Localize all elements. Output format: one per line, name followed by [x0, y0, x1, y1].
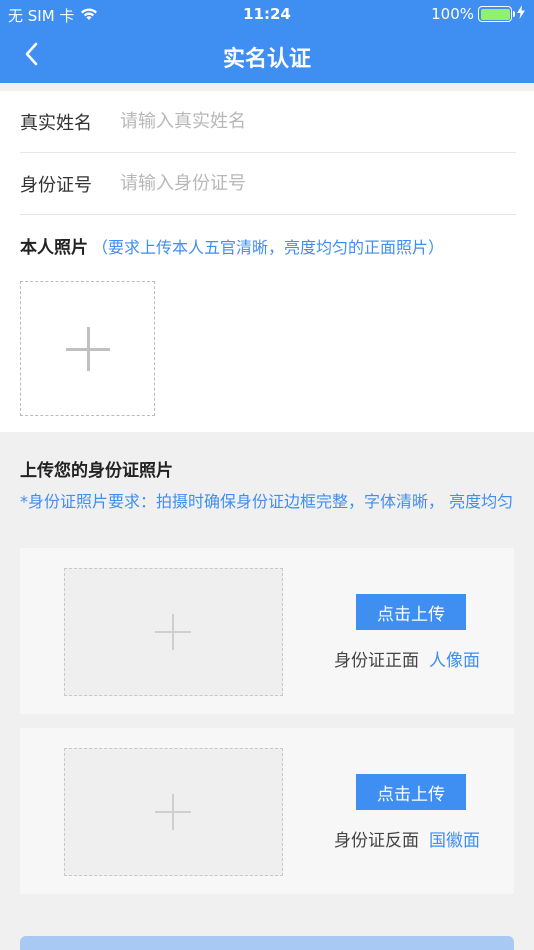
plus-icon-vertical [87, 327, 90, 371]
name-label: 真实姓名 [20, 112, 92, 134]
page-title: 实名认证 [222, 47, 311, 72]
status-right: 100% [431, 5, 526, 23]
photo-label: 本人照片 [20, 238, 88, 258]
id-back-upload-button[interactable]: 点击上传 [356, 774, 466, 810]
id-front-description: 身份证正面 人像面 [334, 646, 480, 671]
battery-percent: 100% [431, 5, 474, 23]
id-number-label: 身份证号 [20, 174, 92, 196]
id-back-card: 点击上传 身份证反面 国徽面 [20, 728, 514, 894]
name-input[interactable] [120, 111, 516, 132]
id-back-side-label: 国徽面 [429, 831, 480, 851]
id-front-upload-button[interactable]: 点击上传 [356, 594, 466, 630]
id-front-card: 点击上传 身份证正面 人像面 [20, 548, 514, 714]
battery-icon [478, 6, 515, 22]
plus-icon-vertical [172, 794, 174, 830]
id-back-upload[interactable] [64, 748, 283, 876]
battery-cap [513, 11, 515, 17]
personal-info-section: 真实姓名 身份证号 本人照片 （要求上传本人五官清晰，亮度均匀的正面照片） [0, 91, 534, 432]
id-back-label: 身份证反面 [334, 831, 419, 851]
nav-bar: 实名认证 [0, 28, 534, 83]
id-number-input[interactable] [120, 173, 516, 194]
submit-button[interactable] [20, 936, 514, 950]
id-back-description: 身份证反面 国徽面 [334, 826, 480, 851]
id-requirement-text: *身份证照片要求：拍摄时确保身份证边框完整，字体清晰， 亮度均匀 [20, 492, 514, 511]
personal-photo-upload[interactable] [20, 281, 155, 416]
name-row: 真实姓名 [20, 91, 516, 153]
id-front-upload[interactable] [64, 568, 283, 696]
photo-hint: （要求上传本人五官清晰，亮度均匀的正面照片） [92, 237, 445, 257]
plus-icon-vertical [172, 614, 174, 650]
id-front-side-label: 人像面 [429, 651, 480, 671]
bolt-icon [516, 5, 526, 23]
id-front-label: 身份证正面 [334, 651, 419, 671]
id-section-title: 上传您的身份证照片 [20, 461, 173, 481]
status-bar: 无 SIM 卡 11:24 100% [0, 0, 534, 28]
id-number-row: 身份证号 [20, 153, 516, 215]
photo-label-row: 本人照片 （要求上传本人五官清晰，亮度均匀的正面照片） [20, 233, 445, 259]
battery-fill [480, 8, 510, 20]
